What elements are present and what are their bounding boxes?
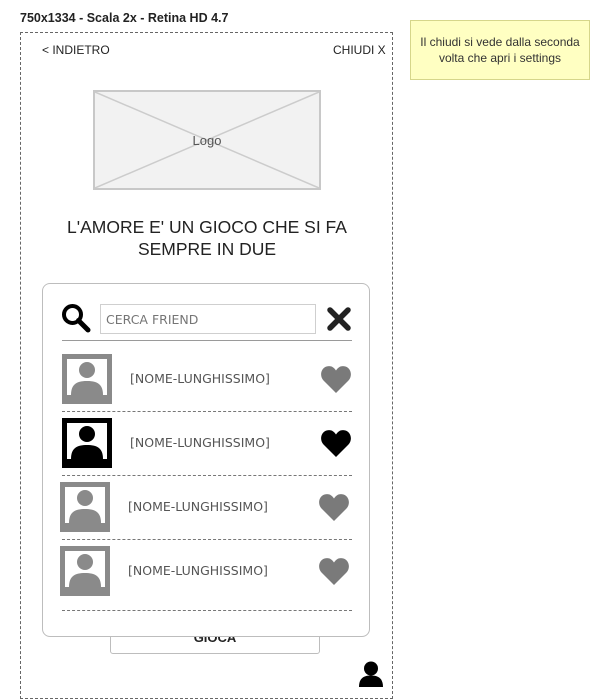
friend-name: [NOME-LUNGHISSIMO] (130, 371, 270, 386)
headline: L'AMORE E' UN GIOCO CHE SI FA SEMPRE IN … (40, 216, 374, 260)
close-link[interactable]: CHIUDI X (333, 43, 386, 57)
row-divider (62, 411, 352, 412)
friend-name: [NOME-LUNGHISSIMO] (128, 563, 268, 578)
headline-line-1: L'AMORE E' UN GIOCO CHE SI FA (67, 217, 347, 237)
logo-label: Logo (192, 133, 222, 148)
user-placeholder-icon (60, 546, 110, 601)
search-divider (62, 340, 352, 341)
user-placeholder-icon (62, 418, 112, 473)
friend-row[interactable]: [NOME-LUNGHISSIMO] (0, 354, 590, 418)
user-icon[interactable] (358, 660, 384, 688)
heart-icon[interactable] (320, 428, 352, 463)
search-icon[interactable] (61, 303, 91, 333)
row-divider (62, 475, 352, 476)
headline-line-2: SEMPRE IN DUE (137, 239, 277, 259)
heart-icon[interactable] (318, 556, 350, 591)
annotation-note: Il chiudi si vede dalla seconda volta ch… (410, 20, 590, 80)
heart-icon[interactable] (318, 492, 350, 527)
friend-row[interactable]: [NOME-LUNGHISSIMO] (0, 546, 590, 610)
friend-row[interactable]: [NOME-LUNGHISSIMO] (0, 482, 590, 546)
friend-name: [NOME-LUNGHISSIMO] (130, 435, 270, 450)
friend-name: [NOME-LUNGHISSIMO] (128, 499, 268, 514)
row-divider (62, 610, 352, 611)
search-input[interactable] (100, 304, 316, 334)
row-divider (62, 539, 352, 540)
friend-row[interactable]: [NOME-LUNGHISSIMO] (0, 418, 590, 482)
user-placeholder-icon (62, 354, 112, 409)
back-link[interactable]: < INDIETRO (42, 43, 110, 57)
frame-title: 750x1334 - Scala 2x - Retina HD 4.7 (20, 11, 229, 25)
user-placeholder-icon (60, 482, 110, 537)
close-icon[interactable] (326, 306, 352, 332)
heart-icon[interactable] (320, 364, 352, 399)
logo-placeholder: Logo (93, 90, 321, 190)
